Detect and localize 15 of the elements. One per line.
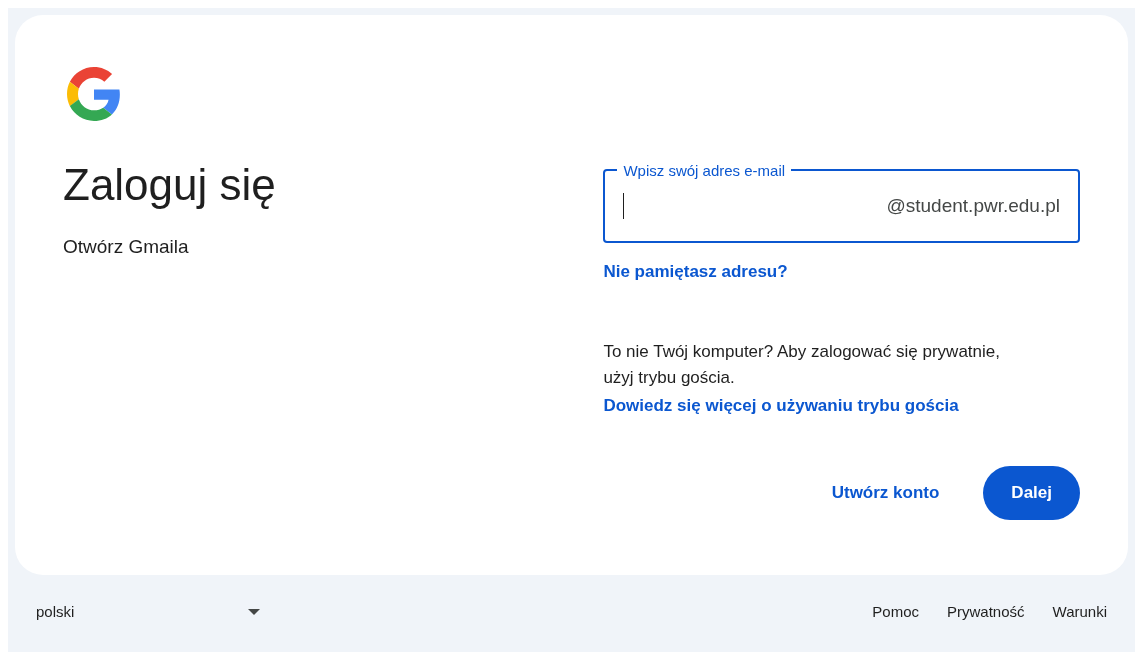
g-logo-icon	[67, 67, 121, 121]
language-dropdown[interactable]: polski	[28, 594, 268, 630]
footer-link[interactable]: Prywatność	[939, 594, 1033, 630]
next-button[interactable]: Dalej	[983, 466, 1080, 520]
subtitle: Otwórz Gmaila	[63, 235, 189, 259]
guest-mode-note: To nie Twój komputer? Aby zalogować się prywatnie, użyj trybu gościa.	[603, 340, 1001, 389]
text-cursor	[623, 193, 625, 219]
email-suffix: @student.pwr.edu.pl	[886, 193, 1060, 218]
guest-mode-link[interactable]: Dowiedz się więcej o używaniu trybu gościa	[603, 392, 959, 418]
forgot-email-link[interactable]: Nie pamiętasz adresu?	[603, 259, 788, 285]
caret-icon	[248, 609, 260, 615]
footer-link[interactable]: Warunki	[1044, 594, 1115, 630]
footer-link[interactable]: Pomoc	[864, 594, 927, 630]
create-account-button[interactable]: Utwórz konto	[807, 466, 964, 520]
page-title: Zaloguj się	[63, 159, 276, 211]
